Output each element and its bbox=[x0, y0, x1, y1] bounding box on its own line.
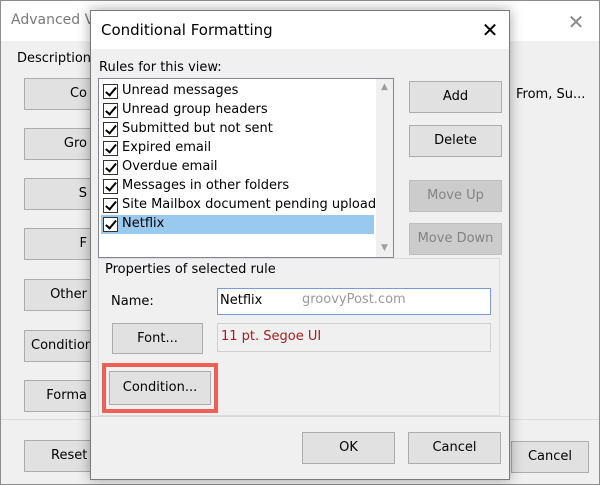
rule-label: Unread messages bbox=[122, 83, 239, 98]
advanced-view-title: Advanced V bbox=[11, 12, 95, 28]
rule-item[interactable]: Unread messages bbox=[101, 82, 374, 101]
delete-button[interactable]: Delete bbox=[409, 125, 502, 157]
dialog-titlebar: Conditional Formatting ✕ bbox=[91, 11, 509, 49]
rule-checkbox[interactable] bbox=[103, 179, 118, 194]
format-columns-button[interactable]: Forma bbox=[24, 380, 94, 412]
advanced-view-close-icon[interactable]: ✕ bbox=[563, 9, 589, 35]
rule-item[interactable]: Site Mailbox document pending upload bbox=[101, 196, 377, 215]
condition-button[interactable]: Condition... bbox=[109, 371, 211, 405]
rule-label: Site Mailbox document pending upload bbox=[122, 197, 377, 212]
columns-summary: From, Su... bbox=[516, 87, 586, 102]
separator bbox=[91, 416, 509, 417]
move-up-button[interactable]: Move Up bbox=[409, 180, 502, 212]
advanced-view-cancel-button[interactable]: Cancel bbox=[511, 441, 589, 473]
rule-label: Unread group headers bbox=[122, 102, 268, 117]
rule-checkbox[interactable] bbox=[103, 141, 118, 156]
name-label: Name: bbox=[111, 294, 154, 309]
rules-scrollbar[interactable]: ▲ ▼ bbox=[376, 79, 393, 257]
conditional-formatting-button[interactable]: Condition bbox=[24, 330, 94, 362]
reset-current-view-button[interactable]: Reset C bbox=[24, 440, 94, 472]
other-settings-button[interactable]: Other bbox=[24, 279, 94, 311]
rule-label: Expired email bbox=[122, 140, 212, 155]
rule-checkbox[interactable] bbox=[103, 160, 118, 175]
rule-label: Submitted but not sent bbox=[122, 121, 273, 136]
add-button[interactable]: Add bbox=[409, 81, 502, 113]
properties-label: Properties of selected rule bbox=[105, 262, 276, 277]
rule-item[interactable]: Submitted but not sent bbox=[101, 120, 374, 139]
conditional-formatting-dialog: Conditional Formatting ✕ Rules for this … bbox=[90, 10, 510, 480]
rule-item-selected[interactable]: Netflix bbox=[101, 215, 374, 234]
cancel-button[interactable]: Cancel bbox=[408, 432, 501, 464]
rule-item[interactable]: Overdue email bbox=[101, 158, 374, 177]
group-by-button[interactable]: Gro bbox=[24, 128, 94, 160]
rule-label: Netflix bbox=[122, 216, 165, 231]
rule-checkbox[interactable] bbox=[103, 103, 118, 118]
columns-button[interactable]: Co bbox=[24, 78, 94, 110]
font-preview: 11 pt. Segoe UI bbox=[217, 323, 491, 352]
rule-label: Overdue email bbox=[122, 159, 218, 174]
ok-button[interactable]: OK bbox=[302, 432, 395, 464]
rule-checkbox[interactable] bbox=[103, 122, 118, 137]
rule-checkbox[interactable] bbox=[103, 198, 118, 213]
rule-item[interactable]: Expired email bbox=[101, 139, 374, 158]
rule-label: Messages in other folders bbox=[122, 178, 290, 193]
rule-checkbox[interactable] bbox=[103, 217, 118, 232]
rules-label: Rules for this view: bbox=[99, 60, 222, 75]
sort-button[interactable]: S bbox=[24, 178, 94, 210]
font-button[interactable]: Font... bbox=[112, 323, 203, 354]
dialog-title: Conditional Formatting bbox=[101, 21, 273, 39]
scroll-up-icon[interactable]: ▲ bbox=[376, 79, 393, 96]
watermark: groovyPost.com bbox=[302, 292, 406, 307]
rule-checkbox[interactable] bbox=[103, 84, 118, 99]
scroll-down-icon[interactable]: ▼ bbox=[376, 240, 393, 257]
rule-item[interactable]: Unread group headers bbox=[101, 101, 374, 120]
filter-button[interactable]: F bbox=[24, 228, 94, 260]
rule-item[interactable]: Messages in other folders bbox=[101, 177, 374, 196]
move-down-button[interactable]: Move Down bbox=[409, 223, 502, 255]
close-icon[interactable]: ✕ bbox=[477, 17, 503, 43]
description-label: Description bbox=[17, 51, 92, 66]
rules-list[interactable]: Unread messages Unread group headers Sub… bbox=[98, 78, 394, 258]
